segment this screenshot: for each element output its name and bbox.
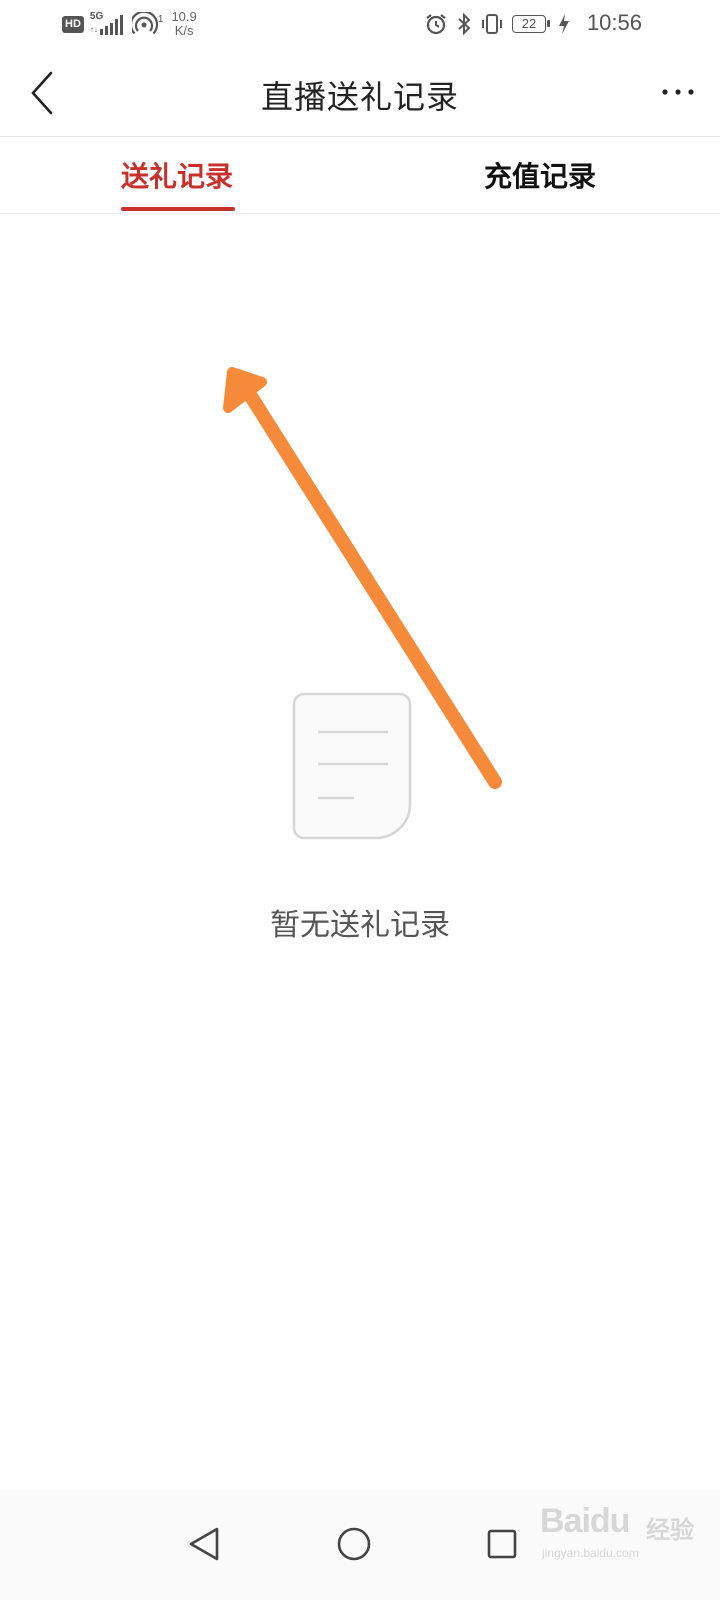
more-button[interactable] [656, 74, 700, 110]
nav-recent-button[interactable] [466, 1508, 538, 1580]
network-speed: 10.9 K/s [171, 10, 196, 38]
signal-icon [99, 15, 123, 35]
hotspot-count: 1 [157, 13, 164, 25]
nav-back-icon [189, 1527, 219, 1561]
status-time: 10:56 [586, 10, 642, 35]
empty-state-message: 暂无送礼记录 [270, 908, 450, 943]
app-header: 直播送礼记录 [0, 50, 720, 137]
vibrate-icon [482, 14, 502, 34]
nav-home-button[interactable] [318, 1508, 390, 1580]
bluetooth-icon [458, 12, 471, 36]
speed-unit: K/s [174, 23, 194, 38]
active-tab-indicator [121, 207, 235, 211]
speed-value: 10.9 [171, 9, 197, 24]
alarm-icon [426, 14, 446, 35]
hd-badge: HD [62, 15, 84, 33]
watermark-brand: Baidu [540, 1502, 630, 1540]
record-tabs: 送礼记录 充值记录 [0, 137, 720, 214]
charging-icon [559, 14, 569, 34]
watermark-brand-cn: 经验 [646, 1516, 694, 1544]
nav-back-button[interactable] [168, 1508, 240, 1580]
status-right: 22 [424, 12, 570, 36]
nav-home-icon [337, 1527, 371, 1561]
hotspot-icon [131, 12, 158, 35]
empty-document-icon [292, 692, 416, 842]
network-activity: ↑↓ [89, 25, 98, 34]
nav-recent-icon [487, 1529, 517, 1559]
status-bar: HD 5G ↑↓ 1 10.9 K/s 22 10:56 [0, 0, 720, 50]
battery-indicator: 22 [512, 15, 550, 33]
more-horizontal-icon [662, 89, 694, 95]
watermark-url: jingyan.baidu.com [542, 1546, 639, 1560]
status-left: HD 5G ↑↓ 1 10.9 K/s [62, 10, 197, 38]
network-indicator: 5G ↑↓ [90, 11, 126, 37]
tab-recharge-records[interactable]: 充值记录 [440, 137, 640, 213]
tab-gift-records[interactable]: 送礼记录 [77, 137, 277, 213]
page-title: 直播送礼记录 [260, 78, 459, 116]
baidu-watermark: Baidu 经验 jingyan.baidu.com [540, 1500, 710, 1570]
